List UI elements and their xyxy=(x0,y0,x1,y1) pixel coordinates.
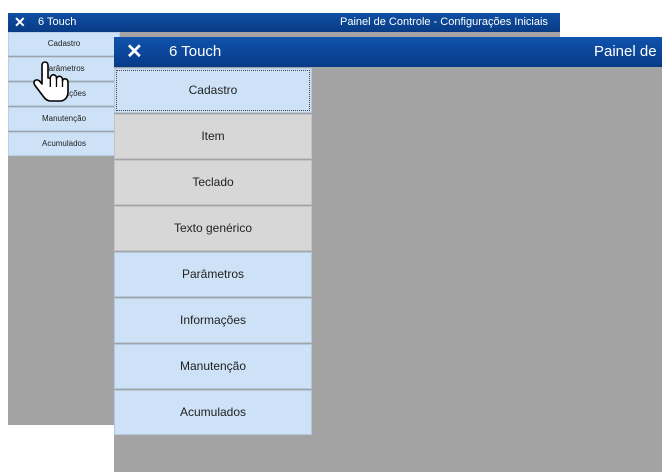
background-title-bar: ✕ 6 Touch Painel de Controle - Configura… xyxy=(8,13,560,32)
window-title: Painel de Controle - Configurações Inici… xyxy=(340,16,548,28)
submenu-item-texto-generico[interactable]: Texto genérico xyxy=(114,206,312,251)
menu-item-manutencao[interactable]: Manutenção xyxy=(8,107,120,131)
window-title: Painel de xyxy=(594,43,657,60)
menu-item-cadastro[interactable]: Cadastro xyxy=(8,32,120,56)
main-title-bar: ✕ 6 Touch Painel de xyxy=(114,37,662,67)
hand-pointer-icon xyxy=(33,61,69,102)
menu-item-acumulados[interactable]: Acumulados xyxy=(114,390,312,435)
menu-item-parametros[interactable]: Parâmetros xyxy=(114,252,312,297)
menu-item-acumulados[interactable]: Acumulados xyxy=(8,132,120,156)
close-icon[interactable]: ✕ xyxy=(14,14,26,31)
submenu-item-item[interactable]: Item xyxy=(114,114,312,159)
app-name: 6 Touch xyxy=(38,16,77,28)
menu-item-cadastro[interactable]: Cadastro xyxy=(114,68,312,113)
close-icon[interactable]: ✕ xyxy=(126,40,143,64)
main-menu: Cadastro Item Teclado Texto genérico Par… xyxy=(114,68,312,436)
app-name: 6 Touch xyxy=(169,43,222,60)
menu-item-manutencao[interactable]: Manutenção xyxy=(114,344,312,389)
main-window: ✕ 6 Touch Painel de Cadastro Item Teclad… xyxy=(114,37,662,472)
submenu-item-teclado[interactable]: Teclado xyxy=(114,160,312,205)
menu-item-informacoes[interactable]: Informações xyxy=(114,298,312,343)
